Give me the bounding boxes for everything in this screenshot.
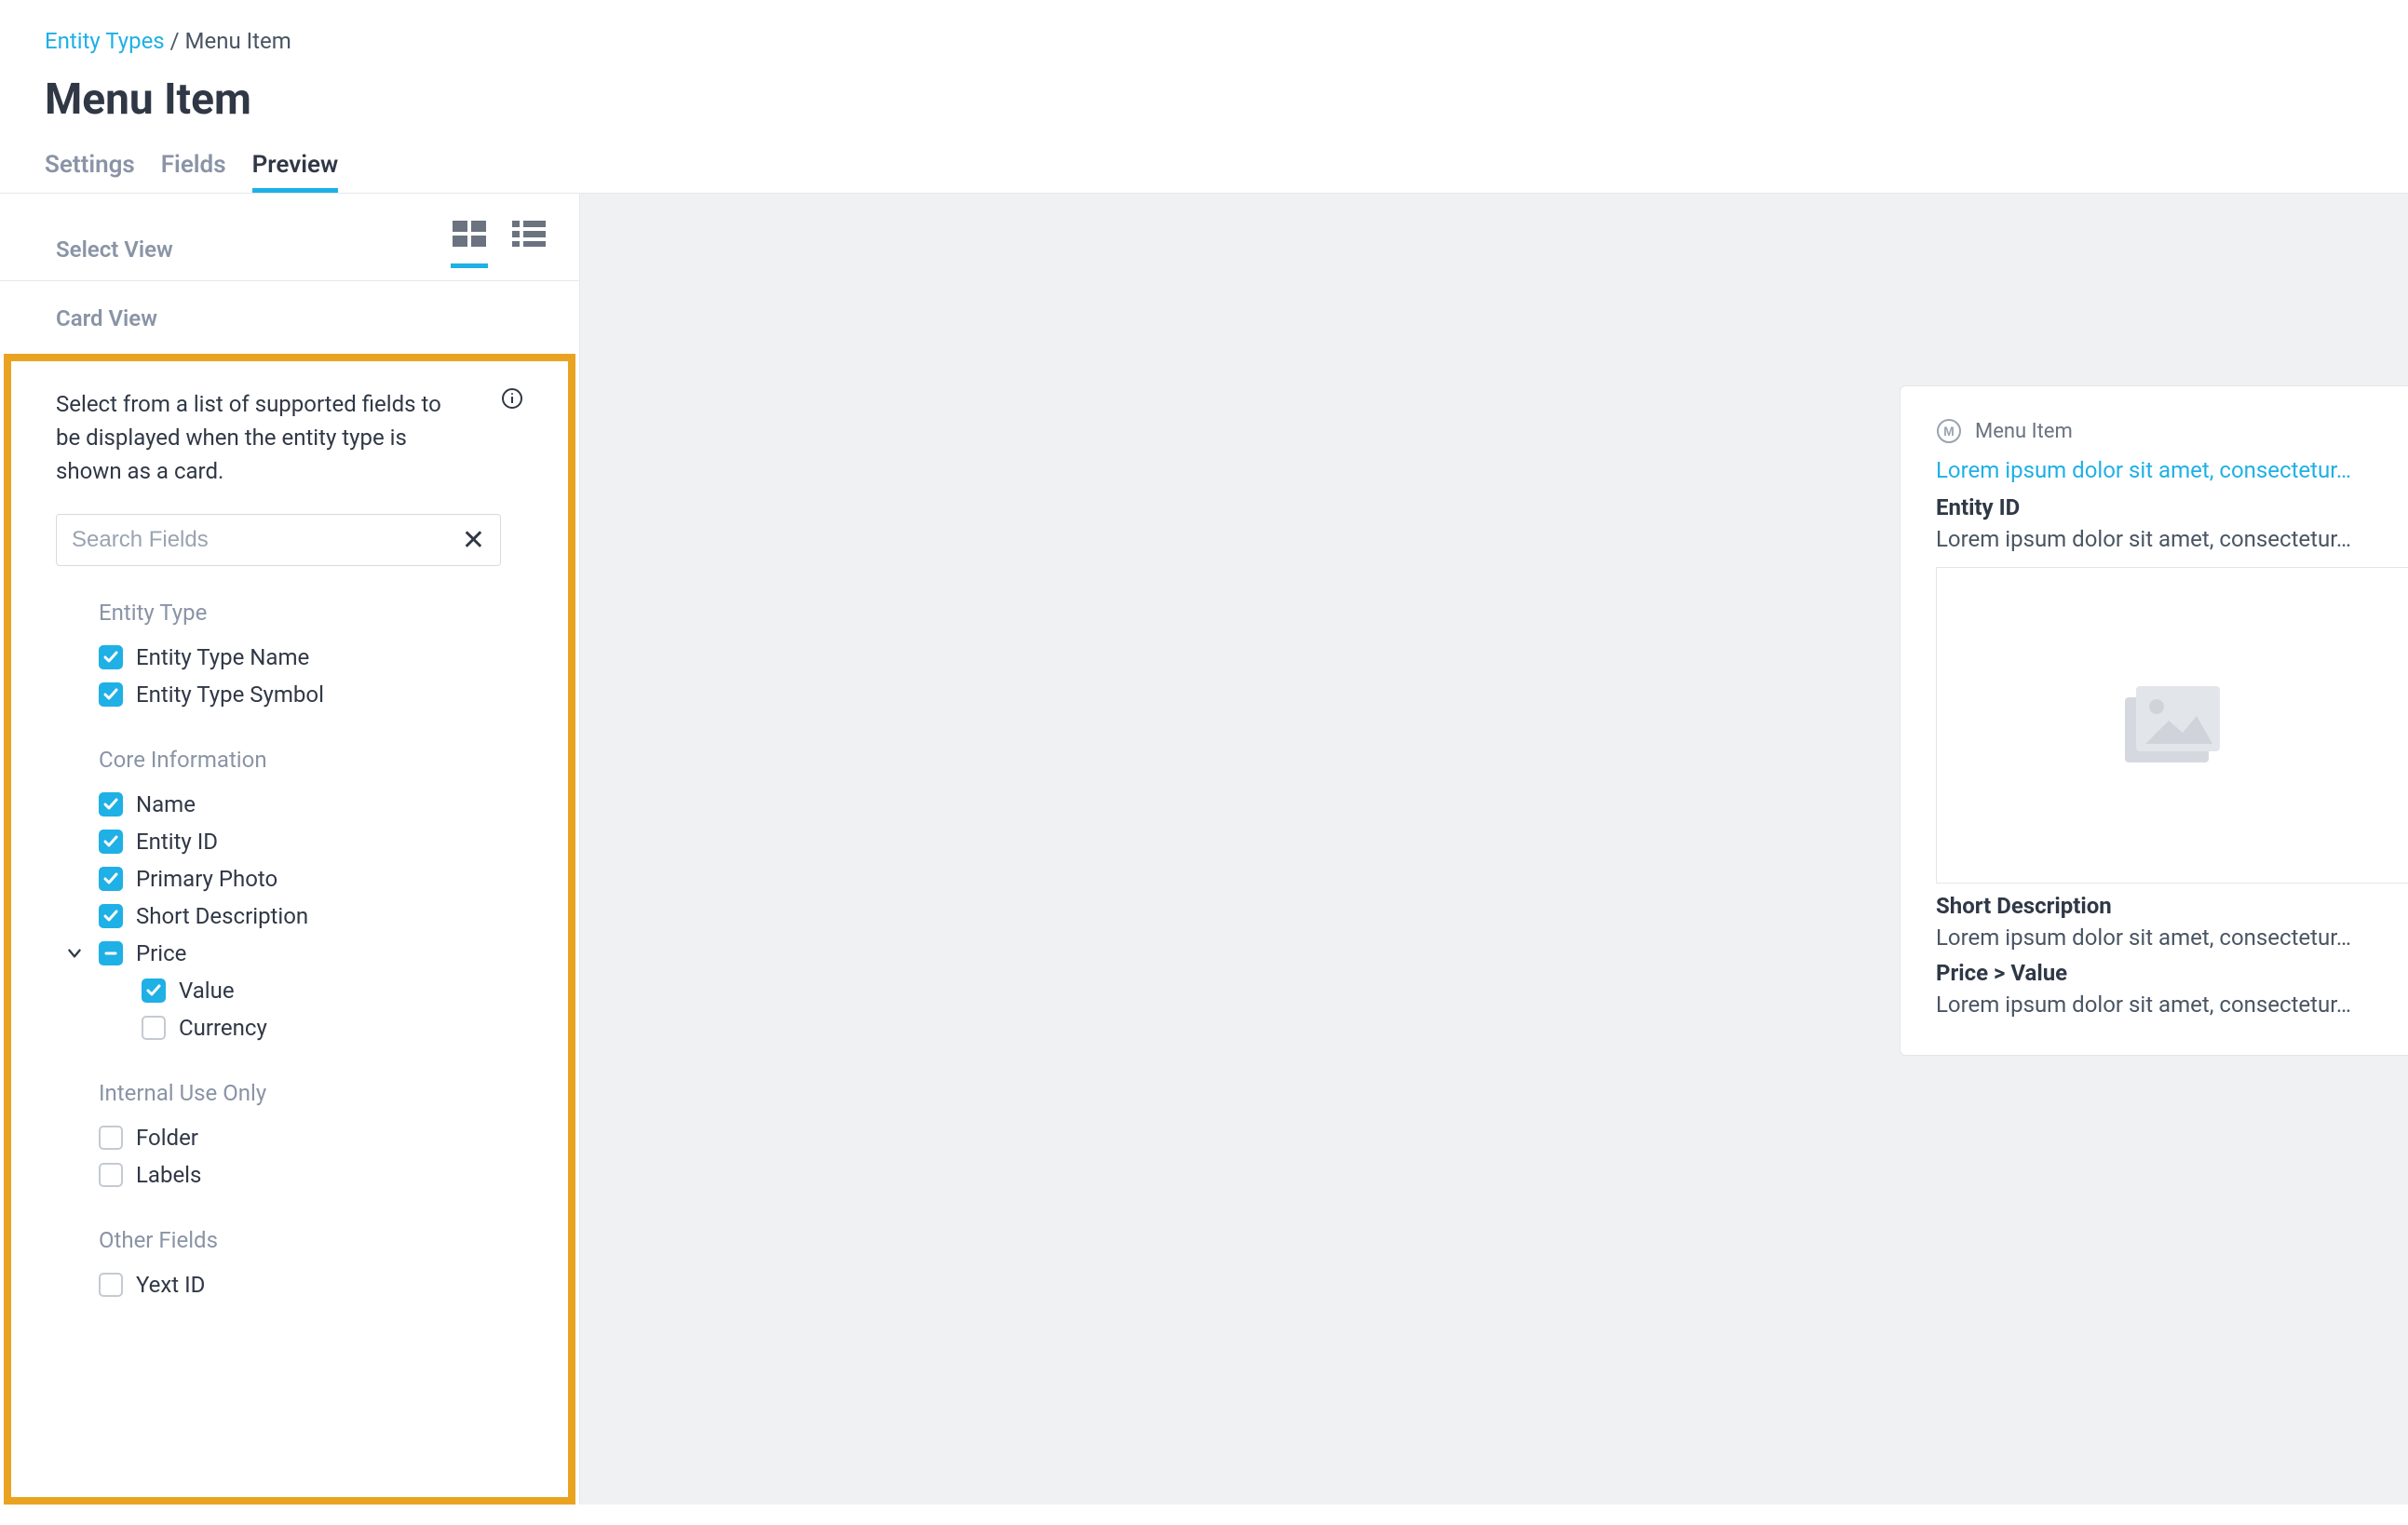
checkbox-currency[interactable] <box>142 1016 166 1040</box>
field-price: Price <box>136 940 186 966</box>
breadcrumb-root-link[interactable]: Entity Types <box>45 28 165 54</box>
svg-text:M: M <box>1943 424 1955 439</box>
image-placeholder-icon <box>2117 679 2229 772</box>
checkbox-entity-type-name[interactable] <box>99 645 123 669</box>
field-entity-type-symbol: Entity Type Symbol <box>136 682 324 708</box>
breadcrumb-current: Menu Item <box>185 28 291 54</box>
checkbox-name[interactable] <box>99 792 123 816</box>
list-view-toggle[interactable] <box>510 231 548 268</box>
search-input[interactable] <box>72 527 462 553</box>
field-value: Value <box>179 978 235 1004</box>
group-entity-type-label: Entity Type <box>99 600 523 626</box>
card-view-toggle[interactable] <box>451 231 488 268</box>
search-fields-box: ✕ <box>56 514 501 566</box>
preview-price-value: Lorem ipsum dolor sit amet, consectetur… <box>1936 992 2408 1018</box>
field-primary-photo: Primary Photo <box>136 866 277 892</box>
breadcrumb-separator: / <box>170 28 180 54</box>
card-view-heading: Card View <box>0 281 579 331</box>
checkbox-value[interactable] <box>142 978 166 1003</box>
field-yext-id: Yext ID <box>136 1272 205 1298</box>
preview-area: M Menu Item Lorem ipsum dolor sit amet, … <box>580 194 2408 1505</box>
field-currency: Currency <box>179 1015 267 1041</box>
checkbox-short-description[interactable] <box>99 904 123 928</box>
field-entity-type-name: Entity Type Name <box>136 644 309 670</box>
field-folder: Folder <box>136 1125 198 1151</box>
left-panel: Select View <box>0 194 580 1505</box>
list-icon <box>512 221 546 247</box>
grid-icon <box>453 221 486 247</box>
chevron-down-icon[interactable] <box>63 945 86 962</box>
group-core-label: Core Information <box>99 747 523 773</box>
config-description: Select from a list of supported fields t… <box>56 387 447 488</box>
tabs: Settings Fields Preview <box>0 151 2408 194</box>
group-other-label: Other Fields <box>99 1227 523 1253</box>
checkbox-labels[interactable] <box>99 1163 123 1187</box>
preview-card: M Menu Item Lorem ipsum dolor sit amet, … <box>1900 385 2408 1056</box>
tab-fields[interactable]: Fields <box>161 151 226 193</box>
preview-entity-id-label: Entity ID <box>1936 494 2408 520</box>
preview-entity-id-value: Lorem ipsum dolor sit amet, consectetur… <box>1936 526 2408 552</box>
field-config-box: Select from a list of supported fields t… <box>4 354 575 1505</box>
tab-settings[interactable]: Settings <box>45 151 135 193</box>
preview-short-desc-label: Short Description <box>1936 893 2408 919</box>
tab-preview[interactable]: Preview <box>252 151 339 193</box>
checkbox-price[interactable] <box>99 941 123 965</box>
breadcrumb: Entity Types / Menu Item <box>45 28 2363 54</box>
preview-photo-placeholder <box>1936 567 2408 884</box>
entity-type-symbol-icon: M <box>1936 418 1962 444</box>
field-short-description: Short Description <box>136 903 308 929</box>
checkbox-folder[interactable] <box>99 1126 123 1150</box>
select-view-label: Select View <box>56 236 173 263</box>
field-name: Name <box>136 791 196 817</box>
group-internal-label: Internal Use Only <box>99 1080 523 1106</box>
preview-price-label: Price > Value <box>1936 960 2408 986</box>
close-icon[interactable]: ✕ <box>462 524 485 557</box>
page-title: Menu Item <box>45 74 2363 125</box>
checkbox-entity-type-symbol[interactable] <box>99 682 123 707</box>
preview-name-link[interactable]: Lorem ipsum dolor sit amet, consectetur… <box>1936 457 2408 483</box>
checkbox-yext-id[interactable] <box>99 1273 123 1297</box>
field-entity-id: Entity ID <box>136 829 218 855</box>
info-icon[interactable] <box>501 387 523 413</box>
preview-type-label: Menu Item <box>1975 420 2073 443</box>
field-labels: Labels <box>136 1162 201 1188</box>
checkbox-primary-photo[interactable] <box>99 867 123 891</box>
preview-short-desc-value: Lorem ipsum dolor sit amet, consectetur… <box>1936 924 2408 951</box>
checkbox-entity-id[interactable] <box>99 830 123 854</box>
